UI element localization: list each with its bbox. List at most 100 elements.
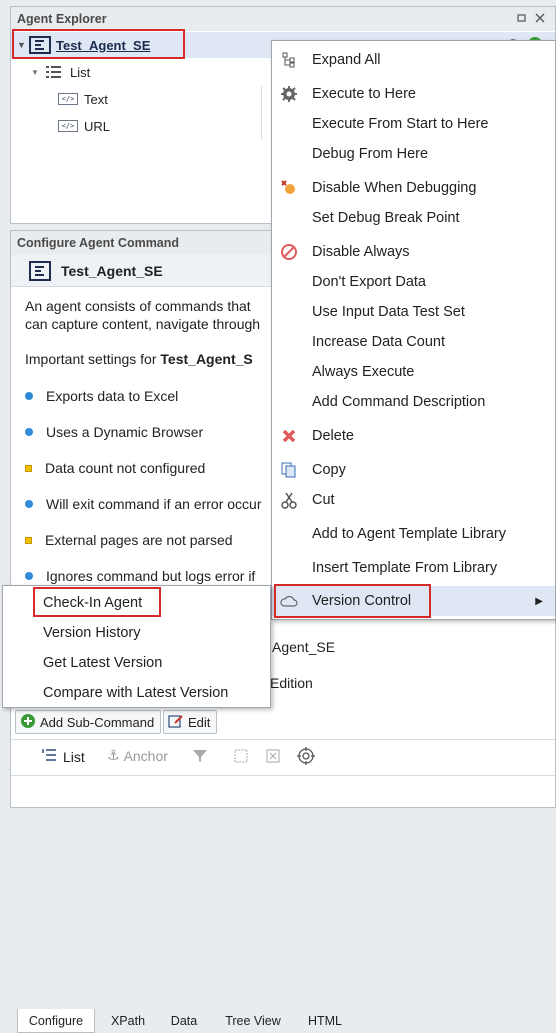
tree-root-label[interactable]: Test_Agent_SE	[56, 38, 150, 53]
select-icon[interactable]	[233, 748, 249, 767]
prohibited-icon	[279, 242, 299, 262]
warning-square-icon	[25, 464, 32, 472]
scissors-icon	[279, 490, 299, 510]
setting-text: Data count not configured	[45, 460, 206, 476]
list-icon	[46, 65, 62, 82]
agent-explorer-header: Agent Explorer	[11, 7, 555, 31]
info-dot-icon	[25, 500, 33, 508]
setting-item: Data count not configured	[25, 460, 205, 476]
tree-child-label[interactable]: Text	[84, 92, 108, 107]
gear-icon	[279, 84, 299, 104]
disable-debug-icon	[279, 178, 299, 198]
menu-item-label: Expand All	[312, 52, 381, 68]
anchor-icon: ⚓	[107, 747, 120, 763]
warning-square-icon	[25, 536, 32, 544]
menu-item-execute-to-here[interactable]: Execute to Here	[272, 79, 555, 109]
menu-item-label: Version Control	[312, 593, 412, 609]
add-icon	[20, 713, 36, 732]
menu-item-add-command-description[interactable]: Add Command Description	[272, 387, 555, 417]
delete-x-icon	[279, 426, 299, 446]
collapse-arrow-icon[interactable]: ▼	[17, 40, 26, 50]
setting-item: External pages are not parsed	[25, 532, 233, 548]
submenu-arrow-icon: ▶	[535, 595, 543, 607]
submenu-item-check-in-agent[interactable]: Check-In Agent	[3, 588, 270, 618]
version-control-submenu: Check-In Agent Version History Get Lates…	[2, 585, 271, 708]
agent-explorer-title: Agent Explorer	[17, 12, 107, 26]
menu-item-disable-always[interactable]: Disable Always	[272, 237, 555, 267]
lower-edition: Edition	[270, 675, 313, 691]
setting-text: Ignores command but logs error if	[46, 568, 256, 584]
submenu-item-label: Version History	[43, 625, 141, 641]
tab-data[interactable]: Data	[157, 1009, 211, 1033]
menu-item-label: Disable Always	[312, 244, 410, 260]
command-agent-name: Test_Agent_SE	[61, 263, 163, 279]
restore-icon[interactable]	[517, 12, 527, 22]
menu-item-label: Disable When Debugging	[312, 180, 477, 196]
setting-item: Uses a Dynamic Browser	[25, 424, 203, 440]
anchor-toolbar-label: Anchor	[123, 747, 168, 764]
lower-agent-name: Agent_SE	[272, 639, 336, 655]
add-sub-command-label: Add Sub-Command	[40, 714, 155, 730]
important-settings-heading: Important settings for Test_Agent_S	[25, 351, 253, 367]
tab-xpath[interactable]: XPath	[99, 1009, 157, 1033]
setting-text: Exports data to Excel	[46, 388, 179, 404]
filter-icon[interactable]	[192, 748, 208, 767]
info-dot-icon	[25, 572, 33, 580]
menu-item-version-control[interactable]: Version Control ▶	[272, 586, 555, 616]
important-agent-name: Test_Agent_S	[160, 351, 253, 367]
menu-item-dont-export-data[interactable]: Don't Export Data	[272, 267, 555, 297]
context-menu: Expand All Execute to Here Execute From …	[271, 40, 556, 620]
submenu-item-version-history[interactable]: Version History	[3, 618, 270, 648]
list-toolbar-label: List	[63, 748, 85, 765]
setting-item: Ignores command but logs error if	[25, 568, 255, 584]
setting-item: Will exit command if an error occur	[25, 496, 262, 512]
deselect-icon[interactable]	[265, 748, 281, 767]
menu-item-label: Increase Data Count	[312, 334, 445, 350]
add-sub-command-button[interactable]: Add Sub-Command	[15, 710, 162, 734]
setting-text: Will exit command if an error occur	[46, 496, 262, 512]
close-icon[interactable]	[535, 12, 545, 23]
numbered-list-icon	[41, 747, 57, 766]
edit-pencil-icon	[168, 713, 184, 732]
menu-item-label: Don't Export Data	[312, 274, 426, 290]
menu-item-use-input-data-test-set[interactable]: Use Input Data Test Set	[272, 297, 555, 327]
tab-tree-view[interactable]: Tree View	[215, 1009, 291, 1033]
submenu-item-compare-with-latest[interactable]: Compare with Latest Version	[3, 678, 270, 708]
setting-text: Uses a Dynamic Browser	[46, 424, 204, 440]
tab-html[interactable]: HTML	[297, 1009, 353, 1033]
menu-item-copy[interactable]: Copy	[272, 455, 555, 485]
target-icon[interactable]	[297, 747, 315, 768]
tree-list-label[interactable]: List	[70, 65, 90, 80]
submenu-item-label: Check-In Agent	[43, 595, 143, 611]
menu-item-label: Debug From Here	[312, 146, 429, 162]
menu-item-execute-from-start[interactable]: Execute From Start to Here	[272, 109, 555, 139]
menu-item-disable-when-debugging[interactable]: Disable When Debugging	[272, 173, 555, 203]
menu-item-expand-all[interactable]: Expand All	[272, 45, 555, 75]
menu-item-debug-from-here[interactable]: Debug From Here	[272, 139, 555, 169]
menu-item-cut[interactable]: Cut	[272, 485, 555, 515]
menu-item-label: Use Input Data Test Set	[312, 304, 465, 320]
list-toolbar-button[interactable]: List	[41, 747, 85, 766]
collapse-arrow-icon[interactable]: ▼	[31, 68, 39, 77]
configure-title: Configure Agent Command	[17, 236, 180, 250]
anchor-toolbar-button[interactable]: ⚓ Anchor	[107, 747, 168, 764]
tree-child-label[interactable]: URL	[84, 119, 110, 134]
menu-item-label: Cut	[312, 492, 335, 508]
cloud-icon	[279, 591, 299, 611]
code-tag-icon: </>	[58, 120, 78, 132]
submenu-item-get-latest-version[interactable]: Get Latest Version	[3, 648, 270, 678]
info-dot-icon	[25, 428, 33, 436]
menu-item-add-to-template-library[interactable]: Add to Agent Template Library	[272, 519, 555, 549]
menu-item-always-execute[interactable]: Always Execute	[272, 357, 555, 387]
code-tag-icon: </>	[58, 93, 78, 105]
menu-item-increase-data-count[interactable]: Increase Data Count	[272, 327, 555, 357]
menu-item-set-debug-break-point[interactable]: Set Debug Break Point	[272, 203, 555, 233]
menu-item-delete[interactable]: Delete	[272, 421, 555, 451]
menu-item-label: Execute to Here	[312, 86, 416, 102]
menu-item-insert-template[interactable]: Insert Template From Library	[272, 553, 555, 583]
menu-item-label: Copy	[312, 462, 346, 478]
menu-item-label: Add Command Description	[312, 394, 486, 410]
tab-configure[interactable]: Configure	[17, 1009, 95, 1033]
edit-button[interactable]: Edit	[163, 710, 218, 734]
setting-text: External pages are not parsed	[45, 532, 233, 548]
